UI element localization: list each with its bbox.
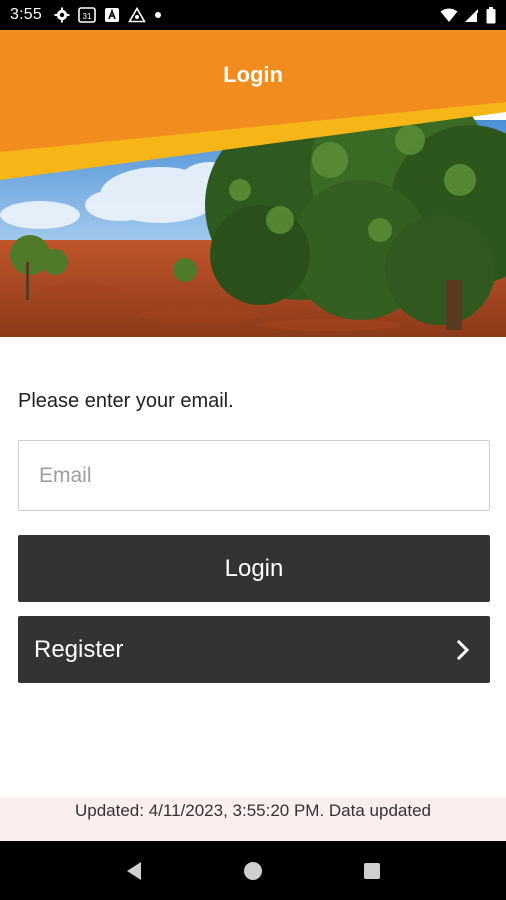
- email-field[interactable]: [18, 440, 490, 511]
- signal-icon: [464, 8, 480, 23]
- back-icon[interactable]: [114, 851, 154, 891]
- recycle-icon: [128, 7, 146, 23]
- header-hero: Login: [0, 30, 506, 337]
- calendar-icon: 31: [78, 7, 96, 23]
- system-nav-bar: [0, 841, 506, 900]
- login-form: Please enter your email. Login Register: [18, 337, 490, 683]
- status-icons-right: [440, 6, 496, 24]
- a-badge-icon: [104, 7, 120, 23]
- status-time: 3:55: [10, 6, 42, 23]
- dot-icon: [154, 11, 162, 19]
- register-button[interactable]: Register: [18, 616, 490, 683]
- status-bar: 3:55 31: [0, 0, 506, 30]
- calendar-day: 31: [83, 12, 92, 21]
- status-icons-left: 31: [54, 7, 162, 23]
- recents-icon[interactable]: [352, 851, 392, 891]
- home-icon[interactable]: [233, 851, 273, 891]
- wifi-icon: [440, 8, 458, 23]
- gear-icon: [54, 7, 70, 23]
- login-button-label: Login: [224, 554, 284, 582]
- chevron-right-icon: [452, 639, 474, 661]
- battery-icon: [486, 6, 496, 24]
- email-prompt: Please enter your email.: [18, 390, 234, 412]
- update-status: Updated: 4/11/2023, 3:55:20 PM. Data upd…: [0, 797, 506, 841]
- register-button-label: Register: [34, 635, 124, 663]
- page-title: Login: [223, 62, 283, 87]
- login-button[interactable]: Login: [18, 535, 490, 602]
